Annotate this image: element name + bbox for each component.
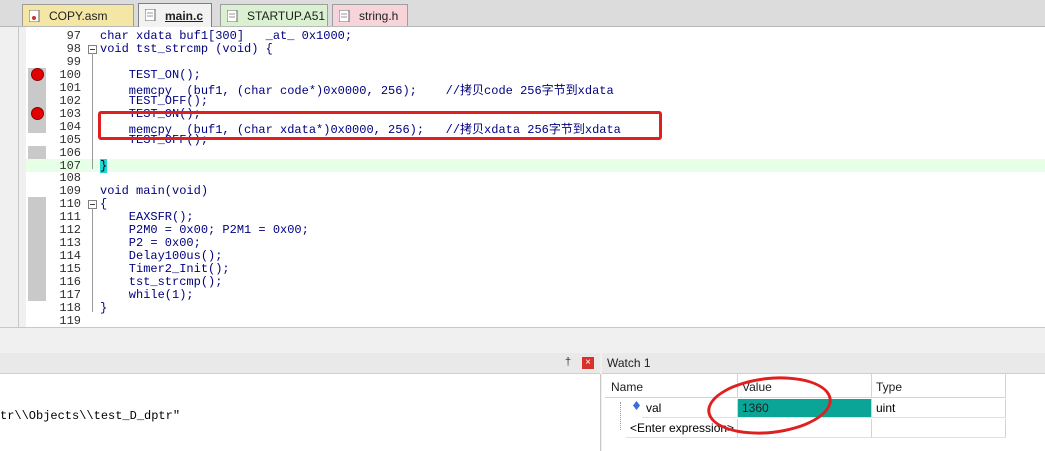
variable-icon [633,401,640,410]
pin-icon[interactable]: † [565,356,571,368]
code-line[interactable]: 97 char xdata buf1[300] _at_ 0x1000; [26,29,1045,43]
watch-window-header: Watch 1 [602,353,1045,374]
editor-tab-bar: COPY.asm main.c STARTUP.A51 string.h [0,0,1045,27]
column-header-type[interactable]: Type [872,374,1006,398]
code-line[interactable]: 111 EAXSFR(); [26,210,1045,225]
code-text: P2 = 0x00; [100,236,201,251]
line-number: 103 [59,106,81,121]
line-number: 111 [59,210,81,225]
close-icon[interactable]: × [582,357,594,369]
code-line[interactable]: 114 Delay100us(); [26,249,1045,264]
code-text: void main(void) [100,184,209,199]
line-number: 107 [59,158,81,173]
code-text: while(1); [100,288,194,302]
code-line[interactable]: 99 [26,54,1045,69]
code-line[interactable]: 109 void main(void) [26,184,1045,199]
code-line[interactable]: 110 { [26,197,1045,212]
code-line[interactable]: 107} [26,158,1045,173]
line-number: 102 [59,93,81,108]
tab-label: COPY.asm [49,9,108,23]
code-text: TEST_OFF(); [100,93,209,108]
project-pane-edge [0,27,19,327]
code-line[interactable]: 117 while(1); [26,288,1045,302]
line-number: 105 [59,132,81,147]
code-line[interactable]: 106 [26,145,1045,160]
c-file-icon [145,9,156,21]
line-number: 106 [59,145,81,160]
code-text: TEST_ON(); [100,67,201,82]
watch-type-cell [872,419,1006,438]
code-text: char xdata buf1[300] _at_ 0x1000; [100,29,353,43]
fold-guide [92,52,93,170]
code-text: void tst_strcmp (void) { [100,41,273,56]
code-line[interactable]: 102 TEST_OFF(); [26,93,1045,108]
code-line[interactable]: 112 P2M0 = 0x00; P2M1 = 0x00; [26,223,1045,238]
code-line[interactable]: 116 tst_strcmp(); [26,275,1045,290]
watch-type-cell: uint [872,399,1006,418]
code-text: } [100,300,108,315]
line-number: 112 [59,223,81,238]
line-number: 116 [59,275,81,290]
code-text: } [100,158,108,173]
line-number: 110 [59,197,81,212]
line-number: 100 [59,67,81,82]
code-line[interactable]: 113 P2 = 0x00; [26,236,1045,251]
fold-guide [92,208,93,312]
command-window-header: † × [0,353,600,374]
tab-string-h[interactable]: string.h [332,4,408,26]
line-number: 98 [66,41,81,56]
line-number: 104 [59,119,81,134]
pane-splitter[interactable] [0,327,1045,354]
code-text: Timer2_Init(); [100,262,230,277]
tab-label: string.h [359,9,399,23]
line-number: 115 [59,262,81,277]
tab-copy-asm[interactable]: COPY.asm [22,4,134,26]
command-window[interactable]: tr\\Objects\\test_D_dptr" [0,374,601,451]
code-line[interactable]: 115 Timer2_Init(); [26,262,1045,277]
asm-file-icon [227,10,238,22]
line-number: 97 [66,29,81,43]
code-line[interactable]: 101 memcpy (buf1, (char code*)0x0000, 25… [26,80,1045,98]
tab-label: STARTUP.A51 [247,9,326,23]
tab-main-c[interactable]: main.c [138,3,212,27]
tab-label: main.c [165,9,204,23]
code-line[interactable]: 100 TEST_ON(); [26,67,1045,82]
code-text: { [100,197,108,212]
command-output-text: tr\\Objects\\test_D_dptr" [0,409,181,423]
code-text: Delay100us(); [100,249,223,264]
line-number: 99 [66,54,81,69]
line-number: 108 [59,171,81,186]
code-line[interactable]: 118} [26,300,1045,315]
line-number: 119 [59,313,81,328]
line-number: 117 [59,288,81,302]
line-number: 113 [59,236,81,251]
code-editor[interactable]: 97 char xdata buf1[300] _at_ 0x1000; 98 voi… [26,27,1045,328]
line-number: 109 [59,184,81,199]
code-text: EAXSFR(); [100,210,194,225]
line-number: 118 [59,300,81,315]
tab-startup-a51[interactable]: STARTUP.A51 [220,4,328,26]
line-number: 114 [59,249,81,264]
code-line[interactable]: 98 void tst_strcmp (void) { [26,41,1045,56]
line-number: 101 [59,80,81,95]
code-text: P2M0 = 0x00; P2M1 = 0x00; [100,223,309,238]
asm-file-icon [29,10,40,22]
header-file-icon [339,10,350,22]
watch-window-title: Watch 1 [607,356,651,370]
code-line[interactable]: 108 [26,171,1045,186]
highlight-annotation-rect [98,111,662,140]
code-text: tst_strcmp(); [100,275,223,290]
code-line[interactable]: 119 [26,313,1045,328]
